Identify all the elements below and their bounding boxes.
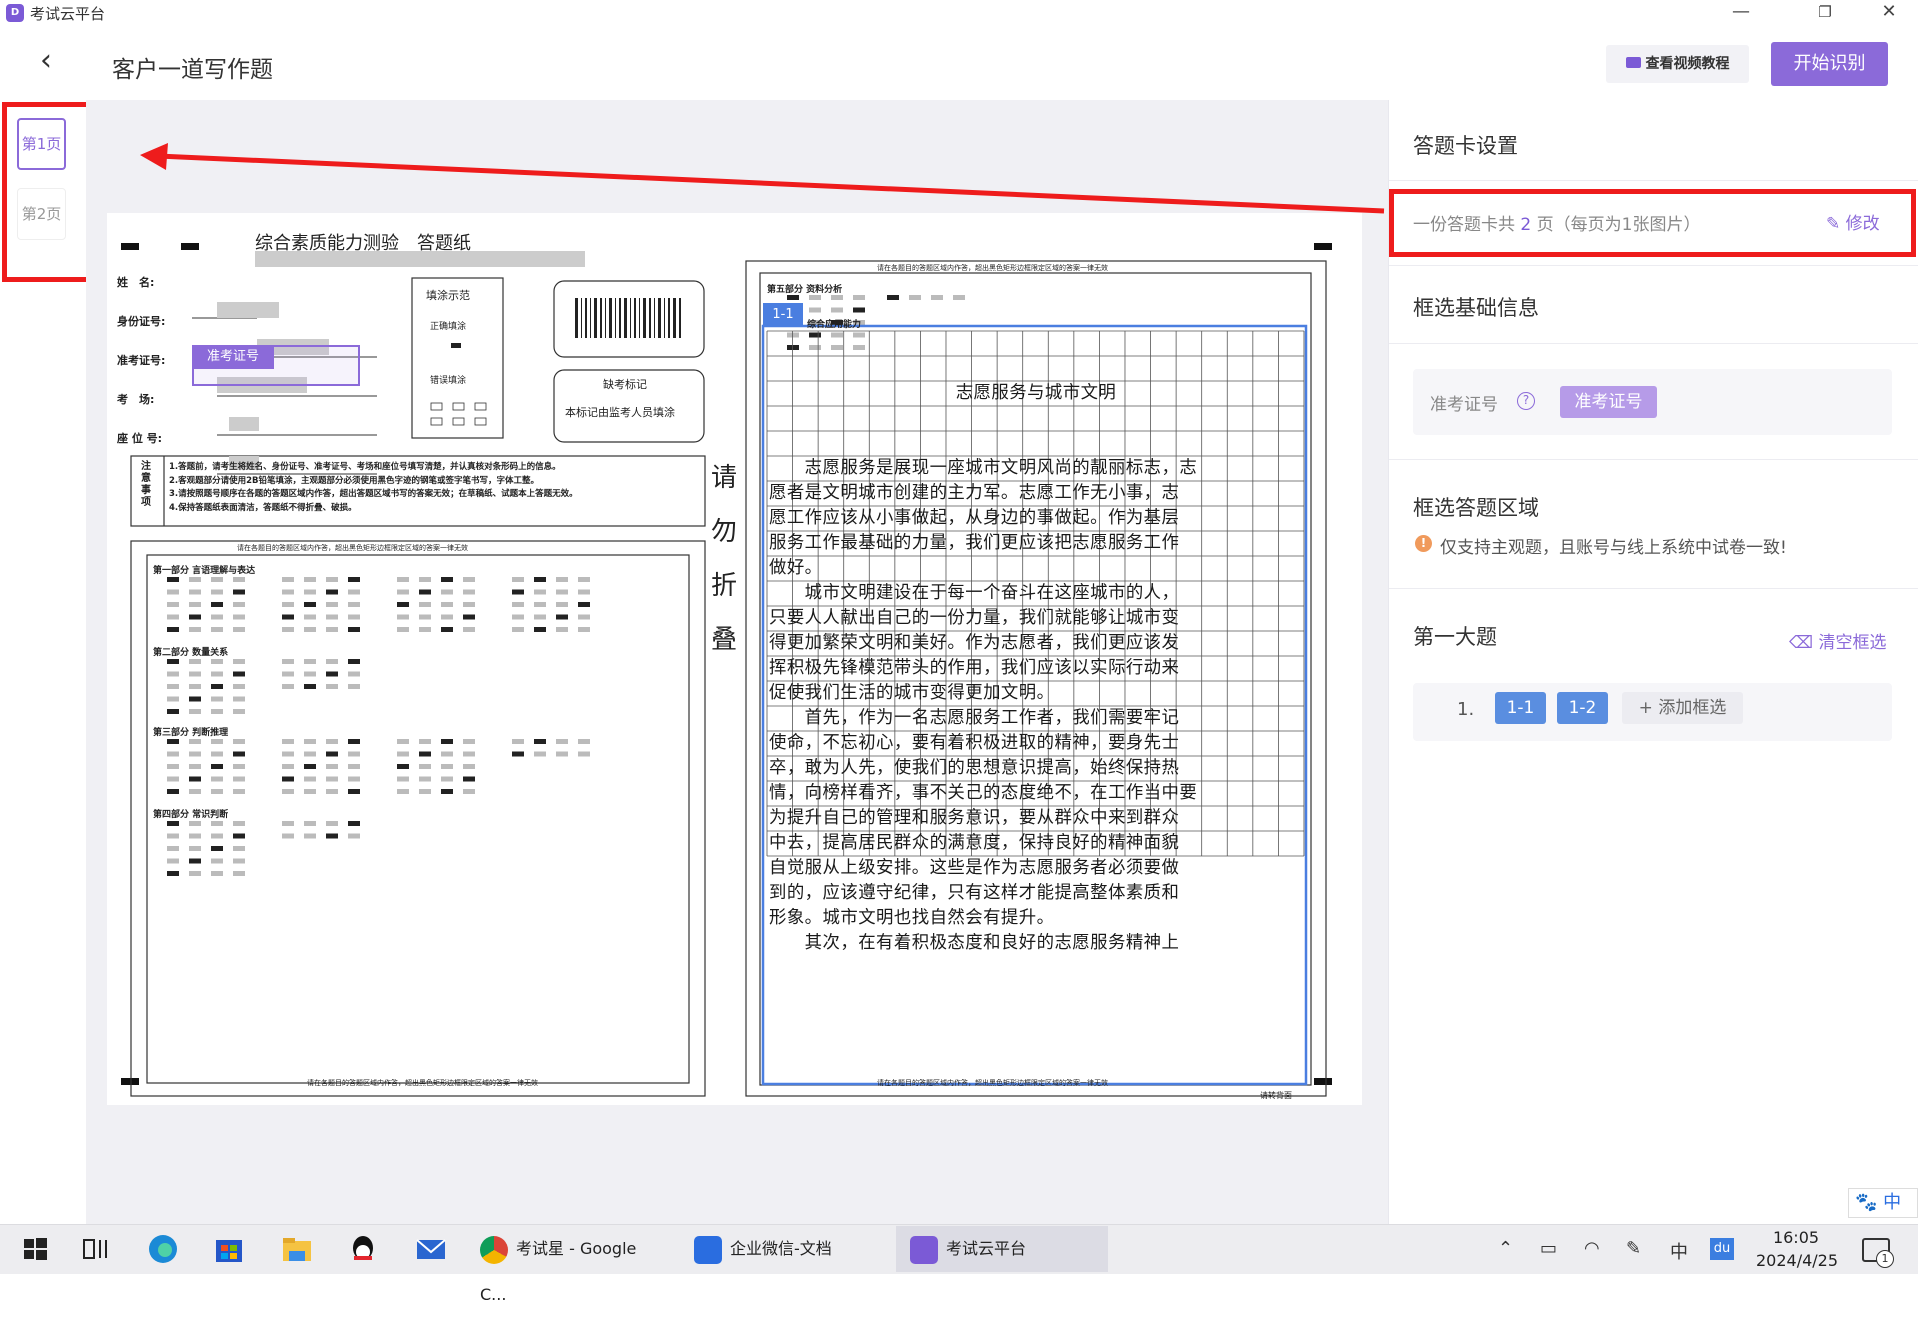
paw-icon: 🐾 (1855, 1192, 1878, 1213)
tray-chevron-up-icon[interactable]: ⌃ (1498, 1238, 1513, 1259)
qq-icon[interactable] (346, 1232, 380, 1266)
mail-icon[interactable] (414, 1232, 448, 1266)
warning-icon: ! (1415, 535, 1432, 552)
help-icon[interactable]: ? (1517, 392, 1535, 410)
clear-label: 清空框选 (1818, 633, 1887, 653)
battery-icon[interactable]: ▭ (1540, 1238, 1557, 1259)
box-chip-1-1[interactable]: 1-1 (1495, 692, 1546, 724)
card-settings-title: 答题卡设置 (1413, 134, 1518, 158)
taskbar-app-kaoshiyun[interactable]: 考试云平台 (896, 1226, 1108, 1272)
warning-text: 仅支持主观题，且账号与线上系统中试卷一致! (1440, 538, 1787, 558)
clock-time[interactable]: 16:05 (1756, 1228, 1836, 1247)
wifi-icon[interactable]: ◠ (1584, 1238, 1600, 1259)
section-title: 第一大题 (1413, 625, 1497, 649)
divider (1389, 588, 1918, 589)
exam-no-label: 准考证号 (1430, 395, 1498, 415)
taskbar-app-chrome[interactable]: 考试星 - Google C... (476, 1226, 666, 1304)
task-view-icon[interactable] (78, 1232, 112, 1266)
tray-ime-indicator[interactable]: 中 (1670, 1238, 1688, 1264)
settings-panel (1388, 100, 1918, 1224)
taskbar-app-label: 企业微信-文档 (730, 1239, 832, 1258)
divider (1389, 180, 1918, 181)
divider (1389, 343, 1918, 344)
basic-info-title: 框选基础信息 (1413, 296, 1539, 320)
app-logo-icon (910, 1235, 938, 1264)
eraser-icon: ⌫ (1789, 633, 1819, 653)
divider (1389, 459, 1918, 460)
notification-badge: 1 (1876, 1250, 1894, 1268)
chrome-icon (480, 1235, 508, 1264)
divider (1389, 265, 1918, 266)
annotation-highlight-box (1389, 189, 1916, 257)
taskbar-app-label: 考试云平台 (946, 1239, 1027, 1258)
question-number: 1. (1457, 699, 1475, 720)
answer-area-title: 框选答题区域 (1413, 496, 1539, 520)
ime-indicator[interactable]: 🐾 中 (1848, 1188, 1918, 1218)
clock-date[interactable]: 2024/4/25 (1752, 1251, 1842, 1270)
wecom-docs-icon (694, 1235, 722, 1264)
taskbar-app-wecom[interactable]: 企业微信-文档 (690, 1226, 880, 1272)
start-windows-icon[interactable] (18, 1232, 52, 1266)
clear-selection-link[interactable]: ⌫ 清空框选 (1789, 628, 1886, 653)
edge-browser-icon[interactable] (146, 1232, 180, 1266)
add-box-button[interactable]: + 添加框选 (1622, 692, 1743, 724)
box-chip-1-2[interactable]: 1-2 (1557, 692, 1608, 724)
store-icon[interactable] (212, 1232, 246, 1266)
exam-no-chip[interactable]: 准考证号 (1560, 386, 1657, 418)
pen-icon[interactable]: ✎ (1626, 1238, 1641, 1259)
ime-label: 中 (1883, 1192, 1902, 1213)
file-explorer-icon[interactable] (280, 1232, 314, 1266)
baidu-input-icon[interactable]: du (1710, 1238, 1734, 1260)
